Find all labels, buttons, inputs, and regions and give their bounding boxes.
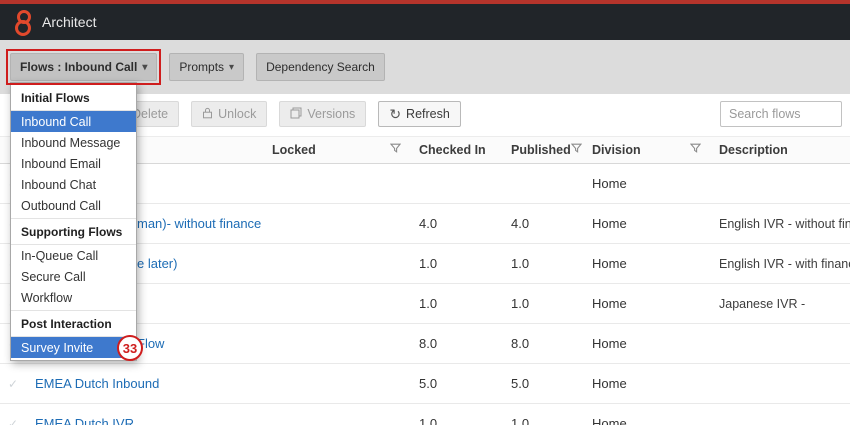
division-cell: Home	[588, 256, 715, 271]
flow-name-link[interactable]: EMEA Dutch Inbound	[35, 376, 159, 391]
app-title: Architect	[42, 14, 96, 30]
table-row[interactable]: ✓EMEA Dutch IVR1.01.0Home	[0, 404, 850, 425]
column-header-description: Description	[715, 143, 850, 157]
published-cell: 5.0	[507, 376, 588, 391]
prompts-menu-button[interactable]: Prompts ▾	[169, 53, 244, 81]
checked-in-cell: 1.0	[415, 256, 507, 271]
filter-icon[interactable]	[571, 143, 582, 157]
description-cell: English IVR - with finance	[715, 257, 850, 271]
division-cell: Home	[588, 376, 715, 391]
column-label-locked: Locked	[272, 143, 316, 157]
column-header-checked-in: Checked In	[415, 143, 507, 157]
architect-app: Architect Flows : Inbound Call ▾ Prompts…	[0, 0, 850, 425]
division-cell: Home	[588, 216, 715, 231]
chevron-down-icon: ▾	[229, 62, 234, 73]
dropdown-item-inbound-call[interactable]: Inbound Call	[11, 111, 136, 132]
checked-in-cell: 4.0	[415, 216, 507, 231]
division-cell: Home	[588, 336, 715, 351]
unlock-button[interactable]: Unlock	[191, 101, 267, 127]
dependency-search-button[interactable]: Dependency Search	[256, 53, 385, 81]
prompts-menu-label: Prompts	[179, 60, 224, 74]
column-label-description: Description	[719, 143, 788, 157]
lock-icon	[202, 107, 213, 122]
checked-in-cell: 1.0	[415, 296, 507, 311]
dropdown-item-inbound-email[interactable]: Inbound Email	[11, 153, 136, 174]
column-header-published: Published	[507, 143, 588, 157]
dropdown-item-in-queue-call[interactable]: In-Queue Call	[11, 245, 136, 266]
description-cell: Japanese IVR -	[715, 297, 850, 311]
published-cell: 1.0	[507, 416, 588, 425]
division-cell: Home	[588, 416, 715, 425]
flow-name-link[interactable]: man)- without finance	[137, 216, 261, 231]
dropdown-section-header-supporting-flows: Supporting Flows	[11, 218, 136, 245]
delete-label: Delete	[132, 107, 168, 121]
search-flows-input[interactable]	[720, 101, 842, 127]
flow-name-link[interactable]: e later)	[137, 256, 177, 271]
check-icon: ✓	[0, 417, 26, 425]
dropdown-section-header-post-interaction: Post Interaction	[11, 310, 136, 337]
division-cell: Home	[588, 296, 715, 311]
versions-label: Versions	[307, 107, 355, 121]
division-cell: Home	[588, 176, 715, 191]
versions-icon	[290, 107, 302, 122]
published-cell: 1.0	[507, 296, 588, 311]
column-header-locked: Locked	[268, 143, 415, 157]
check-icon: ✓	[0, 377, 26, 391]
genesys-logo-icon	[12, 9, 32, 35]
dropdown-item-survey-invite[interactable]: Survey Invite	[11, 337, 136, 358]
table-row[interactable]: ✓EMEA Dutch Inbound5.05.0Home	[0, 364, 850, 404]
flows-dropdown: Initial FlowsInbound CallInbound Message…	[10, 82, 137, 361]
description-cell: English IVR - without finan	[715, 217, 850, 231]
flow-name-link[interactable]: Flow	[137, 336, 164, 351]
dropdown-item-secure-call[interactable]: Secure Call	[11, 266, 136, 287]
refresh-icon: ↻	[389, 107, 401, 121]
action-buttons: Delete Unlock Versions ↻ Refresh	[104, 101, 461, 127]
flows-menu-label: Flows : Inbound Call	[20, 60, 137, 74]
column-label-division: Division	[592, 143, 641, 157]
checked-in-cell: 5.0	[415, 376, 507, 391]
published-cell: 1.0	[507, 256, 588, 271]
dropdown-item-workflow[interactable]: Workflow	[11, 287, 136, 308]
dependency-search-label: Dependency Search	[266, 60, 375, 74]
chevron-down-icon: ▾	[142, 62, 147, 73]
filter-icon[interactable]	[390, 143, 401, 157]
column-header-division: Division	[588, 143, 715, 157]
versions-button[interactable]: Versions	[279, 101, 366, 127]
app-header: Architect	[0, 4, 850, 40]
flow-name-cell: EMEA Dutch Inbound	[26, 376, 268, 391]
published-cell: 8.0	[507, 336, 588, 351]
refresh-label: Refresh	[406, 107, 450, 121]
flow-name-cell: EMEA Dutch IVR	[26, 416, 268, 425]
refresh-button[interactable]: ↻ Refresh	[378, 101, 461, 127]
checked-in-cell: 8.0	[415, 336, 507, 351]
dropdown-item-inbound-chat[interactable]: Inbound Chat	[11, 174, 136, 195]
column-label-published: Published	[511, 143, 571, 157]
filter-icon[interactable]	[690, 143, 701, 157]
checked-in-cell: 1.0	[415, 416, 507, 425]
dropdown-item-inbound-message[interactable]: Inbound Message	[11, 132, 136, 153]
column-label-checked-in: Checked In	[419, 143, 486, 157]
unlock-label: Unlock	[218, 107, 256, 121]
dropdown-item-outbound-call[interactable]: Outbound Call	[11, 195, 136, 216]
dropdown-section-header-initial-flows: Initial Flows	[11, 85, 136, 111]
flow-name-link[interactable]: EMEA Dutch IVR	[35, 416, 134, 425]
published-cell: 4.0	[507, 216, 588, 231]
flows-menu-button[interactable]: Flows : Inbound Call ▾	[10, 53, 157, 81]
